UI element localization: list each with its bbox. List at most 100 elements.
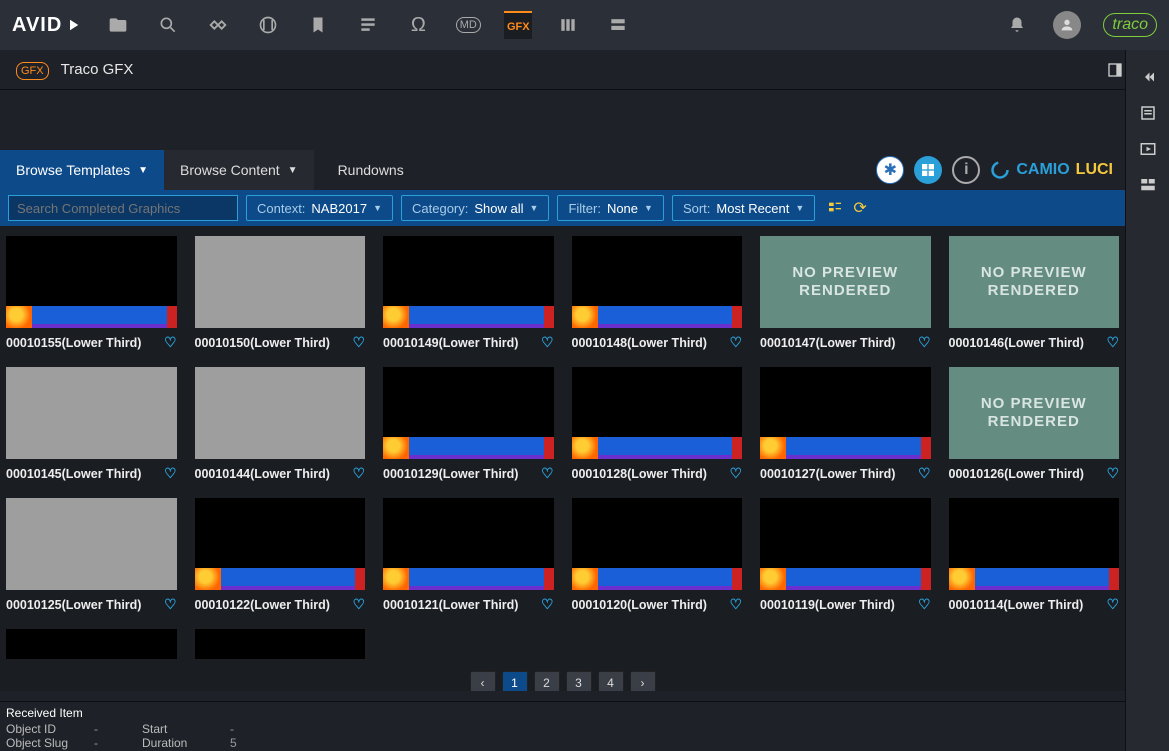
favorite-icon[interactable]: ♡: [541, 465, 554, 482]
favorite-icon[interactable]: ♡: [352, 465, 365, 482]
tab-label: Browse Templates: [16, 162, 130, 178]
sort-dropdown[interactable]: Sort: Most Recent ▼: [672, 195, 815, 221]
globe-icon[interactable]: [254, 11, 282, 39]
favorite-icon[interactable]: ♡: [352, 334, 365, 351]
list-icon[interactable]: [354, 11, 382, 39]
object-id-value: -: [94, 722, 124, 736]
bookmark-icon[interactable]: [304, 11, 332, 39]
template-card[interactable]: [6, 629, 177, 659]
template-card[interactable]: 00010155(Lower Third)♡: [6, 236, 177, 351]
thumbnail: [949, 498, 1120, 590]
rail-page-icon[interactable]: [1139, 104, 1157, 122]
template-card[interactable]: NO PREVIEW RENDERED00010126(Lower Third)…: [949, 367, 1120, 482]
omega-icon[interactable]: Ω: [404, 11, 432, 39]
template-card[interactable]: 00010145(Lower Third)♡: [6, 367, 177, 482]
info-button[interactable]: i: [952, 156, 980, 184]
user-avatar[interactable]: [1053, 11, 1081, 39]
template-card[interactable]: 00010125(Lower Third)♡: [6, 498, 177, 613]
favorite-icon[interactable]: ♡: [729, 596, 742, 613]
favorite-icon[interactable]: ♡: [1106, 596, 1119, 613]
card-label-row: 00010149(Lower Third)♡: [383, 334, 554, 351]
md-icon[interactable]: MD: [454, 11, 482, 39]
collapse-rail-icon[interactable]: [1139, 68, 1157, 86]
thumbnail: [195, 236, 366, 328]
thumbnail: [760, 367, 931, 459]
template-card[interactable]: 00010128(Lower Third)♡: [572, 367, 743, 482]
favorite-icon[interactable]: ♡: [918, 334, 931, 351]
card-id: 00010114(Lower Third): [949, 598, 1084, 612]
filter-dropdown[interactable]: Filter: None ▼: [557, 195, 664, 221]
page-1[interactable]: 1: [502, 671, 528, 691]
favorite-icon[interactable]: ♡: [164, 596, 177, 613]
gfx-tab-icon[interactable]: GFX: [504, 11, 532, 39]
template-card[interactable]: 00010149(Lower Third)♡: [383, 236, 554, 351]
template-card[interactable]: 00010150(Lower Third)♡: [195, 236, 366, 351]
favorite-icon[interactable]: ♡: [918, 465, 931, 482]
card-label-row: 00010128(Lower Third)♡: [572, 465, 743, 482]
search-input[interactable]: [8, 195, 238, 221]
sun-button[interactable]: ✱: [876, 156, 904, 184]
page-4[interactable]: 4: [598, 671, 624, 691]
view-toggle-icon[interactable]: [827, 200, 843, 216]
spacer-bar: [0, 90, 1169, 150]
card-label-row: 00010148(Lower Third)♡: [572, 334, 743, 351]
favorite-icon[interactable]: ♡: [729, 465, 742, 482]
tab-rundowns[interactable]: Rundowns: [314, 162, 428, 178]
card-label-row: 00010129(Lower Third)♡: [383, 465, 554, 482]
template-card[interactable]: 00010129(Lower Third)♡: [383, 367, 554, 482]
page-2[interactable]: 2: [534, 671, 560, 691]
thumbnail: [6, 629, 177, 659]
favorite-icon[interactable]: ♡: [729, 334, 742, 351]
folder-icon[interactable]: [104, 11, 132, 39]
tab-browse-templates[interactable]: Browse Templates ▼: [0, 150, 164, 190]
template-card[interactable]: [195, 629, 366, 659]
context-dropdown[interactable]: Context: NAB2017 ▼: [246, 195, 393, 221]
panel-title: Traco GFX: [61, 61, 134, 78]
search-icon[interactable]: [154, 11, 182, 39]
template-card[interactable]: 00010120(Lower Third)♡: [572, 498, 743, 613]
thumbnail: [6, 498, 177, 590]
template-card[interactable]: 00010144(Lower Third)♡: [195, 367, 366, 482]
template-card[interactable]: NO PREVIEW RENDERED00010147(Lower Third)…: [760, 236, 931, 351]
duration-value: 5: [230, 736, 260, 750]
template-card[interactable]: 00010127(Lower Third)♡: [760, 367, 931, 482]
page-prev[interactable]: ‹: [470, 671, 496, 691]
template-card[interactable]: NO PREVIEW RENDERED00010146(Lower Third)…: [949, 236, 1120, 351]
dock-icon[interactable]: [1107, 62, 1123, 78]
card-id: 00010126(Lower Third): [949, 467, 1084, 481]
refresh-icon[interactable]: ⟳: [853, 198, 866, 218]
favorite-icon[interactable]: ♡: [352, 596, 365, 613]
thumbnail-no-preview: NO PREVIEW RENDERED: [760, 236, 931, 328]
results-grid[interactable]: 00010155(Lower Third)♡00010150(Lower Thi…: [0, 226, 1125, 691]
grid-view-button[interactable]: [914, 156, 942, 184]
card-label-row: 00010122(Lower Third)♡: [195, 596, 366, 613]
favorite-icon[interactable]: ♡: [541, 334, 554, 351]
favorite-icon[interactable]: ♡: [541, 596, 554, 613]
favorite-icon[interactable]: ♡: [164, 465, 177, 482]
page-next[interactable]: ›: [630, 671, 656, 691]
page-3[interactable]: 3: [566, 671, 592, 691]
link-icon[interactable]: [204, 11, 232, 39]
favorite-icon[interactable]: ♡: [164, 334, 177, 351]
thumbnail: [572, 498, 743, 590]
template-card[interactable]: 00010148(Lower Third)♡: [572, 236, 743, 351]
server-icon[interactable]: [604, 11, 632, 39]
columns-icon[interactable]: [554, 11, 582, 39]
favorite-icon[interactable]: ♡: [918, 596, 931, 613]
rail-layout-icon[interactable]: [1139, 176, 1157, 194]
rail-video-icon[interactable]: [1139, 140, 1157, 158]
card-label-row: 00010127(Lower Third)♡: [760, 465, 931, 482]
template-card[interactable]: 00010122(Lower Third)♡: [195, 498, 366, 613]
start-value: -: [230, 722, 260, 736]
bell-icon[interactable]: [1003, 11, 1031, 39]
favorite-icon[interactable]: ♡: [1106, 334, 1119, 351]
template-card[interactable]: 00010119(Lower Third)♡: [760, 498, 931, 613]
template-card[interactable]: 00010121(Lower Third)♡: [383, 498, 554, 613]
favorite-icon[interactable]: ♡: [1106, 465, 1119, 482]
category-dropdown[interactable]: Category: Show all ▼: [401, 195, 549, 221]
tab-label: Browse Content: [180, 162, 280, 178]
filter-bar: Context: NAB2017 ▼ Category: Show all ▼ …: [0, 190, 1125, 226]
thumbnail: [760, 498, 931, 590]
template-card[interactable]: 00010114(Lower Third) ♡: [949, 498, 1120, 613]
tab-browse-content[interactable]: Browse Content ▼: [164, 150, 314, 190]
